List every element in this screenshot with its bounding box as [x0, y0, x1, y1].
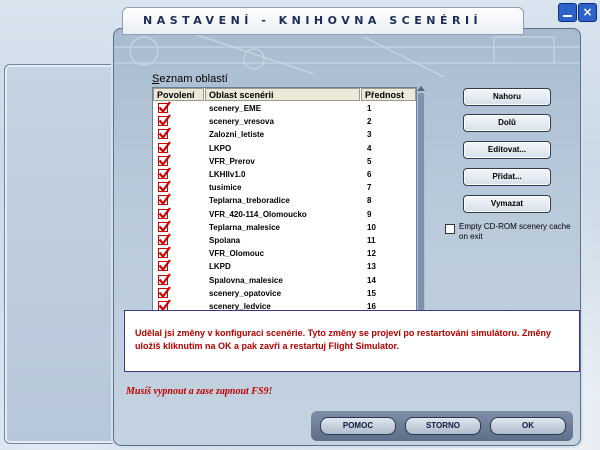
area-priority: 4: [367, 143, 372, 153]
scroll-up-arrow-icon[interactable]: [417, 86, 425, 91]
enabled-checkbox[interactable]: [158, 154, 171, 167]
area-name: tusimice: [209, 183, 242, 193]
enabled-checkbox[interactable]: [158, 193, 171, 206]
enabled-checkbox[interactable]: [158, 259, 171, 272]
area-name: LKPD: [209, 262, 231, 272]
area-name: LKPO: [209, 143, 232, 153]
enabled-checkbox[interactable]: [158, 167, 171, 180]
area-name: Spalovna_malesice: [209, 275, 283, 285]
area-name: Teplarna_malesice: [209, 222, 281, 232]
enabled-checkbox[interactable]: [158, 233, 171, 246]
list-scrollbar[interactable]: [417, 86, 425, 338]
area-name: Teplarna_treboradice: [209, 196, 290, 206]
enabled-checkbox[interactable]: [158, 272, 171, 285]
empty-cache-checkbox[interactable]: [445, 224, 455, 234]
area-priority: 2: [367, 117, 372, 127]
scenery-area-list[interactable]: Povolení Oblast scenérií Přednost scener…: [152, 87, 417, 337]
enabled-checkbox[interactable]: [158, 101, 171, 114]
area-priority: 9: [367, 209, 372, 219]
list-section-label: Seznam oblastí: [152, 73, 228, 85]
empty-cache-label[interactable]: Empty CD-ROM scenery cache on exit: [459, 222, 577, 242]
list-item[interactable]: VFR_420-114_Olomoucko 9: [153, 206, 416, 221]
list-item[interactable]: scenery_EME 1: [153, 101, 416, 115]
list-item[interactable]: scenery_opatovice 15: [153, 286, 416, 300]
enabled-checkbox[interactable]: [158, 114, 171, 127]
edit-button[interactable]: Editovat...: [463, 141, 551, 159]
list-item[interactable]: VFR_Prerov 5: [153, 154, 416, 168]
column-header-area[interactable]: Oblast scenérií: [205, 88, 360, 101]
scroll-thumb[interactable]: [418, 93, 424, 325]
area-name: VFR_Olomouc: [209, 249, 265, 259]
area-name: LKHIlv1.0: [209, 170, 246, 179]
area-name: Zalozni_letiste: [209, 130, 265, 140]
list-item[interactable]: LKHIlv1.0 6: [153, 167, 416, 181]
list-item[interactable]: Teplarna_malesice 10: [153, 220, 416, 234]
enabled-checkbox[interactable]: [158, 180, 171, 193]
area-priority: 6: [367, 170, 372, 179]
enabled-checkbox[interactable]: [158, 286, 171, 299]
area-priority: 13: [367, 262, 376, 272]
move-up-button[interactable]: Nahoru: [463, 88, 551, 106]
list-item[interactable]: Zalozni_letiste 3: [153, 127, 416, 141]
area-name: scenery_vresova: [209, 117, 274, 127]
area-name: scenery_opatovice: [209, 288, 282, 298]
area-priority: 3: [367, 130, 372, 140]
area-name: VFR_Prerov: [209, 156, 255, 166]
help-button[interactable]: POMOC: [320, 417, 396, 435]
area-priority: 10: [367, 222, 376, 232]
area-priority: 11: [367, 236, 376, 245]
footer-button-bar: POMOC STORNO OK: [311, 411, 573, 441]
list-item[interactable]: scenery_vresova 2: [153, 114, 416, 128]
list-item[interactable]: Spolana 11: [153, 233, 416, 247]
list-item[interactable]: LKPO 4: [153, 140, 416, 155]
info-message-text: Udělal jsi změny v konfiguraci scenérie.…: [135, 328, 551, 351]
info-message-box: Udělal jsi změny v konfiguraci scenérie.…: [124, 310, 580, 372]
enabled-checkbox[interactable]: [158, 206, 171, 219]
list-item[interactable]: LKPD 13: [153, 259, 416, 273]
area-priority: 7: [367, 183, 372, 193]
ok-button[interactable]: OK: [490, 417, 566, 435]
area-name: Spolana: [209, 236, 241, 245]
enabled-checkbox[interactable]: [158, 127, 171, 140]
move-down-button[interactable]: Dolů: [463, 114, 551, 132]
enabled-checkbox[interactable]: [158, 246, 171, 259]
list-header: Povolení Oblast scenérií Přednost: [153, 88, 416, 102]
enabled-checkbox[interactable]: [158, 140, 171, 153]
scenery-library-dialog: Seznam oblastí Povolení Oblast scenérií …: [113, 28, 581, 446]
column-header-priority[interactable]: Přednost: [361, 88, 416, 101]
list-item[interactable]: Spalovna_malesice 14: [153, 272, 416, 287]
area-priority: 12: [367, 249, 376, 259]
area-name: VFR_420-114_Olomoucko: [209, 209, 307, 219]
minimize-window-button[interactable]: [558, 3, 577, 22]
area-priority: 14: [367, 275, 376, 285]
list-item[interactable]: tusimice 7: [153, 180, 416, 194]
close-window-button[interactable]: ×: [578, 3, 597, 22]
dialog-title-bar: NASTAVENÍ - KNIHOVNA SCENÉRIÍ: [122, 7, 524, 35]
restart-note: Musíš vypnout a zase zapnout FS9!: [126, 386, 273, 397]
delete-button[interactable]: Vymazat: [463, 195, 551, 213]
area-priority: 15: [367, 288, 376, 298]
area-priority: 1: [367, 104, 372, 113]
add-button[interactable]: Přidat...: [463, 168, 551, 186]
list-item[interactable]: Teplarna_treboradice 8: [153, 193, 416, 207]
area-priority: 5: [367, 156, 372, 166]
cancel-button[interactable]: STORNO: [405, 417, 481, 435]
column-header-enabled[interactable]: Povolení: [153, 88, 204, 101]
enabled-checkbox[interactable]: [158, 220, 171, 233]
area-priority: 8: [367, 196, 372, 206]
dialog-title: NASTAVENÍ - KNIHOVNA SCENÉRIÍ: [143, 14, 483, 27]
list-item[interactable]: VFR_Olomouc 12: [153, 246, 416, 260]
area-name: scenery_EME: [209, 104, 262, 113]
